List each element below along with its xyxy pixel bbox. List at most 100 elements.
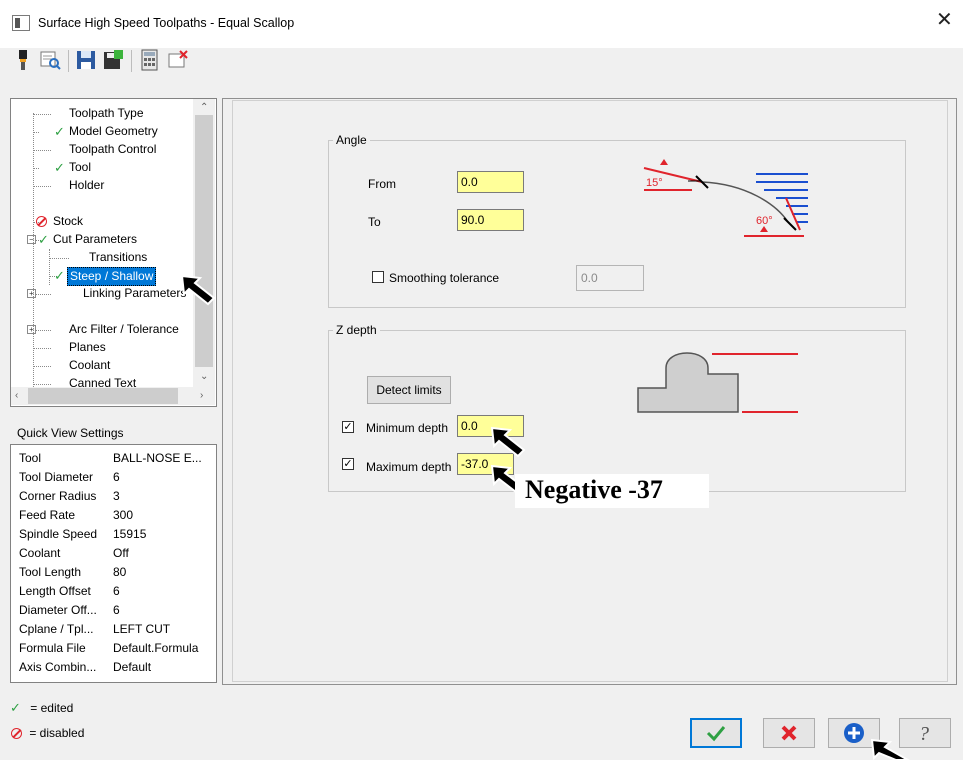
tree-item-toolpath-control[interactable]: Toolpath Control xyxy=(11,141,189,159)
legend-edited-label: = edited xyxy=(30,701,74,715)
zdepth-diagram xyxy=(637,352,798,413)
tree-hscroll-thumb[interactable] xyxy=(28,388,178,404)
disabled-icon xyxy=(36,216,47,227)
quick-view-row: Cplane / Tpl... LEFT CUT xyxy=(19,622,214,641)
tree-item-label: Planes xyxy=(69,340,106,354)
tree-item-linking-parameters[interactable]: + Linking Parameters xyxy=(11,285,189,303)
app-icon xyxy=(12,15,30,31)
tree-item-label: Cut Parameters xyxy=(53,232,138,246)
quick-view-row: Formula File Default.Formula xyxy=(19,641,214,660)
annotation-box: Negative -37 xyxy=(515,474,709,508)
quick-view-value: Off xyxy=(113,546,129,560)
minimum-depth-checkbox[interactable]: ✓ xyxy=(342,421,354,433)
tree-item-label: Linking Parameters xyxy=(83,286,187,300)
tree-item-label: Model Geometry xyxy=(69,124,158,138)
to-angle-input[interactable]: 90.0 xyxy=(457,209,524,231)
quick-view-value: 15915 xyxy=(113,527,147,541)
save-icon[interactable] xyxy=(75,48,97,72)
preview-icon[interactable] xyxy=(39,48,61,72)
quick-view-key: Feed Rate xyxy=(19,508,76,522)
tree-item-stock[interactable]: Stock xyxy=(11,213,189,231)
check-icon: ✓ xyxy=(38,232,49,247)
tree-item-model-geometry[interactable]: ✓ Model Geometry xyxy=(11,123,189,141)
quick-view-value: 80 xyxy=(113,565,127,579)
pointer-arrow-icon xyxy=(490,426,526,458)
quick-view-key: Formula File xyxy=(19,641,86,655)
angle-group-title: Angle xyxy=(333,133,370,147)
quick-view-row: Tool BALL-NOSE E... xyxy=(19,451,214,470)
quick-view-list: Tool BALL-NOSE E... Tool Diameter 6 Corner R… xyxy=(10,444,217,683)
tree-item-label: Toolpath Type xyxy=(69,106,144,120)
quick-view-title: Quick View Settings xyxy=(17,426,124,440)
quick-view-value: 6 xyxy=(113,584,120,598)
quick-view-key: Tool Diameter xyxy=(19,470,94,484)
parameter-tree: Toolpath Type ✓ Model Geometry Toolpath Con… xyxy=(10,98,217,407)
tree-item-label: Coolant xyxy=(69,358,111,372)
maximum-depth-checkbox[interactable]: ✓ xyxy=(342,458,354,470)
tree-item-label: Stock xyxy=(53,214,84,228)
tree-scroll-thumb[interactable] xyxy=(195,115,213,367)
check-icon: ✓ xyxy=(54,124,65,139)
scroll-right-icon[interactable]: › xyxy=(200,390,203,401)
ok-button[interactable] xyxy=(690,718,742,748)
annotation-text: Negative -37 xyxy=(525,475,663,504)
close-window-icon[interactable] xyxy=(167,48,189,72)
quick-view-value: BALL-NOSE E... xyxy=(113,451,202,465)
tree-item-holder[interactable]: Holder xyxy=(11,177,189,195)
scroll-up-icon[interactable]: ⌃ xyxy=(200,102,208,113)
quick-view-key: Tool Length xyxy=(19,565,82,579)
minimum-depth-label: Minimum depth xyxy=(366,421,449,435)
quick-view-value: 3 xyxy=(113,489,120,503)
zdepth-group-title: Z depth xyxy=(333,323,380,337)
toolbar xyxy=(12,48,242,78)
tree-item-label: Arc Filter / Tolerance xyxy=(69,322,179,336)
quick-view-row: Tool Diameter 6 xyxy=(19,470,214,489)
window-title: Surface High Speed Toolpaths - Equal Sca… xyxy=(38,16,295,30)
expand-icon[interactable]: + xyxy=(27,289,36,298)
detect-limits-button[interactable]: Detect limits xyxy=(367,376,451,404)
quick-view-row: Diameter Off... 6 xyxy=(19,603,214,622)
quick-view-value: 6 xyxy=(113,603,120,617)
tree-item-cut-parameters[interactable]: − ✓ Cut Parameters xyxy=(11,231,189,249)
quick-view-row: Axis Combin... Default xyxy=(19,660,214,679)
tree-item-coolant[interactable]: Coolant xyxy=(11,357,189,375)
checkmark-icon xyxy=(706,726,726,742)
tree-item-steep-shallow[interactable]: ✓ Steep / Shallow xyxy=(11,267,189,286)
quick-view-key: Tool xyxy=(19,451,42,465)
quick-view-key: Spindle Speed xyxy=(19,527,98,541)
tree-item-planes[interactable]: Planes xyxy=(11,339,189,357)
check-icon: ✓ xyxy=(54,160,65,175)
tree-item-transitions[interactable]: Transitions xyxy=(11,249,189,267)
smoothing-checkbox[interactable] xyxy=(372,271,384,283)
tree-item-tool[interactable]: ✓ Tool xyxy=(11,159,189,177)
quick-view-key: Length Offset xyxy=(19,584,91,598)
help-icon: ? xyxy=(919,723,929,745)
calculator-icon[interactable] xyxy=(139,48,161,72)
close-icon[interactable]: ✕ xyxy=(936,10,953,30)
quick-view-row: Corner Radius 3 xyxy=(19,489,214,508)
expand-icon[interactable]: + xyxy=(27,325,36,334)
quick-view-row: Coolant Off xyxy=(19,546,214,565)
legend-disabled: = disabled xyxy=(10,726,84,740)
tree-item-label: Transitions xyxy=(89,250,148,264)
smoothing-tolerance-input[interactable]: 0.0 xyxy=(576,265,644,291)
cancel-button[interactable] xyxy=(763,718,815,748)
tree-item-arc-filter-tolerance[interactable]: + Arc Filter / Tolerance xyxy=(11,321,189,339)
legend-edited: ✓ = edited xyxy=(10,700,73,716)
tree-item-label: Tool xyxy=(69,160,92,174)
maximum-depth-label: Maximum depth xyxy=(366,460,452,474)
scroll-left-icon[interactable]: ‹ xyxy=(15,390,18,401)
quick-view-key: Corner Radius xyxy=(19,489,97,503)
quick-view-value: LEFT CUT xyxy=(113,622,171,636)
tree-guide-line xyxy=(33,113,34,393)
tree-item-label: Steep / Shallow xyxy=(67,267,157,286)
from-angle-input[interactable]: 0.0 xyxy=(457,171,524,193)
quick-view-row: Feed Rate 300 xyxy=(19,508,214,527)
save-as-icon[interactable] xyxy=(102,48,124,72)
collapse-icon[interactable]: − xyxy=(27,235,36,244)
tree-item-toolpath-type[interactable]: Toolpath Type xyxy=(11,105,189,123)
scroll-down-icon[interactable]: ⌄ xyxy=(200,371,208,382)
tool-icon[interactable] xyxy=(12,48,34,72)
quick-view-value: 300 xyxy=(113,508,134,522)
quick-view-key: Axis Combin... xyxy=(19,660,97,674)
